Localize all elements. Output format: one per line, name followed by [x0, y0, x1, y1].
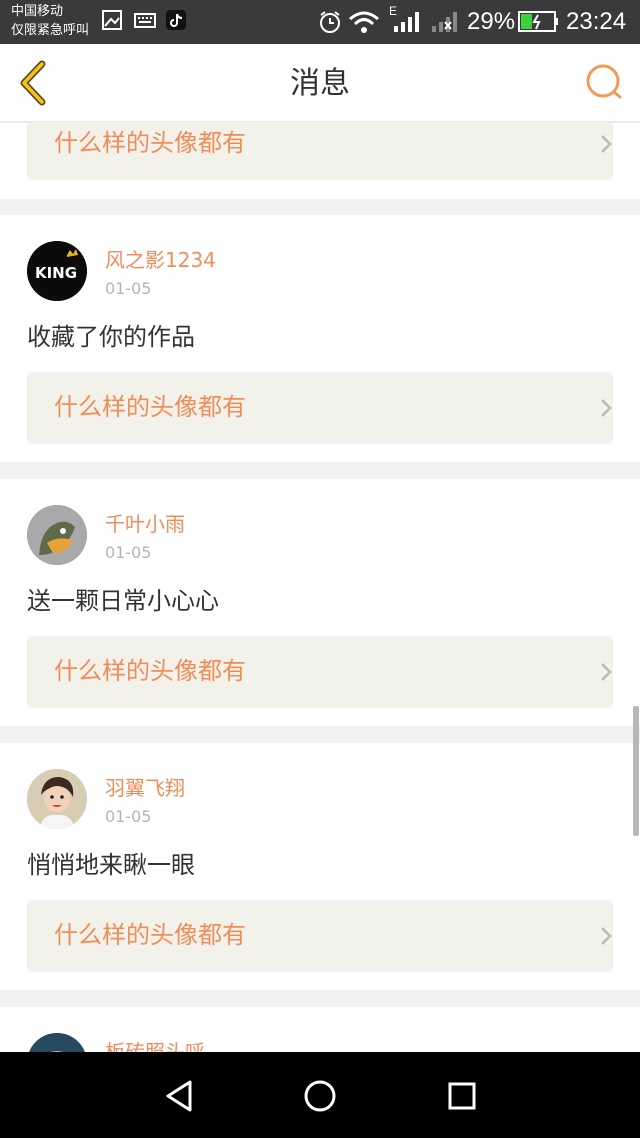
status-bar: 中国移动 仅限紧急呼叫 E 29% 23:24 [0, 0, 640, 44]
chevron-right-icon [601, 399, 612, 417]
post-date: 01-05 [105, 807, 152, 826]
message-feed[interactable]: 什么样的头像都有 KING 风之影1234 01-05 收藏了你的作品 什么样的… [0, 123, 640, 1052]
username[interactable]: 羽翼飞翔 [105, 775, 185, 801]
topic-link[interactable]: 什么样的头像都有 [27, 900, 613, 972]
nav-recent-button[interactable] [442, 1076, 482, 1116]
nav-home-button[interactable] [300, 1076, 340, 1116]
page-title: 消息 [290, 66, 350, 101]
topic-link[interactable]: 什么样的头像都有 [27, 123, 613, 180]
search-button[interactable] [584, 62, 624, 102]
carrier-status: 仅限紧急呼叫 [11, 23, 90, 38]
carrier-info: 中国移动 仅限紧急呼叫 [11, 2, 89, 40]
carrier-name: 中国移动 [11, 4, 64, 19]
signal-strength-icon [394, 12, 419, 32]
square-recent-icon [448, 1082, 476, 1110]
avatar[interactable] [27, 505, 87, 565]
chevron-right-icon [601, 927, 612, 945]
username[interactable]: 千叶小雨 [105, 511, 185, 537]
avatar[interactable]: KING [27, 241, 87, 301]
search-icon [586, 64, 622, 99]
topic-link[interactable]: 什么样的头像都有 [27, 636, 613, 708]
wolf-avatar-image [27, 505, 87, 565]
wifi-icon [349, 11, 379, 33]
topic-link[interactable]: 什么样的头像都有 [27, 372, 613, 444]
app-header: 消息 [0, 44, 640, 122]
triangle-back-icon [166, 1080, 192, 1112]
nav-back-button[interactable] [160, 1076, 200, 1116]
no-sim-signal-icon [432, 12, 457, 32]
king-avatar-image: KING [27, 241, 87, 301]
child-avatar-image [27, 769, 87, 829]
message-card: 什么样的头像都有 [0, 123, 640, 199]
chevron-right-icon [601, 135, 612, 153]
battery-percent: 29% [467, 8, 516, 35]
topic-title: 什么样的头像都有 [54, 657, 246, 685]
username[interactable]: 风之影1234 [105, 247, 216, 273]
message-text: 收藏了你的作品 [27, 323, 195, 351]
system-nav-bar [0, 1052, 640, 1138]
image-notification-icon [102, 10, 122, 30]
partial-avatar-image [29, 1033, 85, 1052]
scrollbar[interactable] [633, 706, 639, 836]
keyboard-icon [134, 13, 156, 28]
message-card: KING 风之影1234 01-05 收藏了你的作品 什么样的头像都有 [0, 215, 640, 462]
message-text: 送一颗日常小心心 [27, 587, 219, 615]
circle-home-icon [304, 1080, 336, 1112]
topic-title: 什么样的头像都有 [54, 129, 246, 157]
avatar-logo-text: KING [35, 264, 77, 282]
chevron-right-icon [601, 663, 612, 681]
username[interactable]: 板砖照头呼 [105, 1039, 205, 1052]
alarm-icon [320, 11, 340, 33]
clock: 23:24 [566, 8, 627, 35]
battery-charging-icon [518, 11, 558, 32]
tiktok-icon [166, 10, 186, 30]
message-card: 千叶小雨 01-05 送一颗日常小心心 什么样的头像都有 [0, 479, 640, 726]
post-date: 01-05 [105, 279, 152, 298]
topic-title: 什么样的头像都有 [54, 921, 246, 949]
message-text: 悄悄地来瞅一眼 [27, 851, 195, 879]
avatar[interactable] [27, 1033, 87, 1052]
message-card: 板砖照头呼 [0, 1007, 640, 1052]
post-date: 01-05 [105, 543, 152, 562]
message-card: 羽翼飞翔 01-05 悄悄地来瞅一眼 什么样的头像都有 [0, 743, 640, 990]
topic-title: 什么样的头像都有 [54, 393, 246, 421]
avatar[interactable] [27, 769, 87, 829]
